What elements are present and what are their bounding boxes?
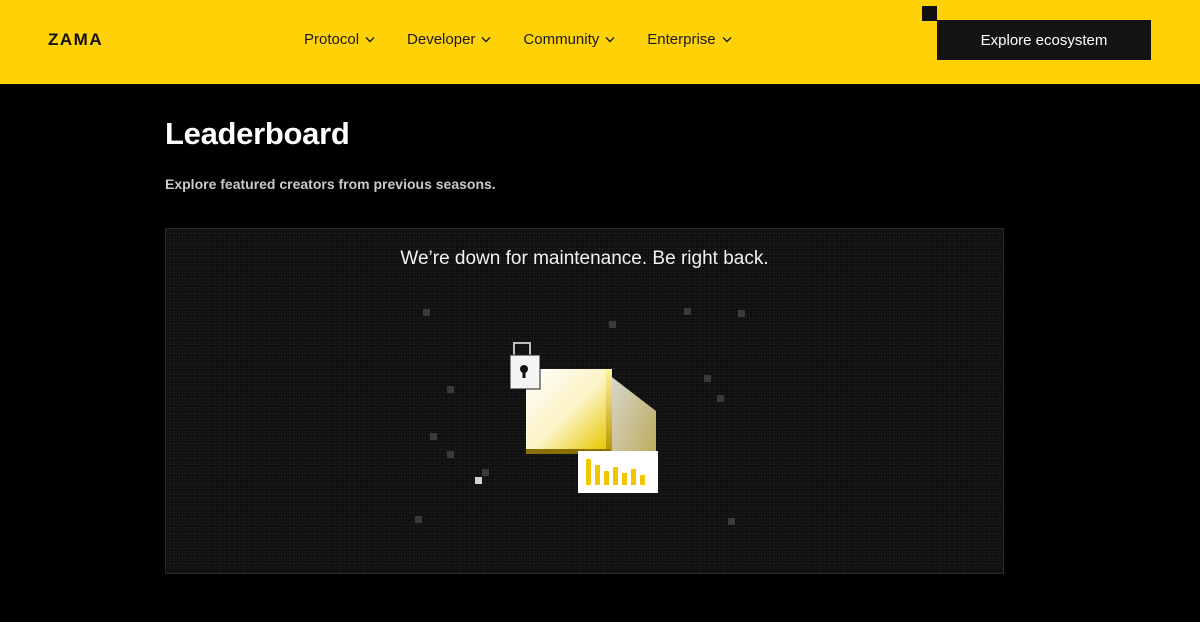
- chevron-down-icon: [365, 37, 375, 43]
- nav-item-enterprise[interactable]: Enterprise: [647, 31, 732, 48]
- explore-ecosystem-button[interactable]: Explore ecosystem: [937, 20, 1151, 60]
- leaderboard-panel: We’re down for maintenance. Be right bac…: [165, 228, 1004, 574]
- bar-chart-icon: [578, 451, 658, 493]
- page-title: Leaderboard: [165, 116, 350, 151]
- nav-item-label: Enterprise: [647, 31, 716, 48]
- page-subtitle: Explore featured creators from previous …: [165, 176, 496, 192]
- decorative-pixel: [684, 308, 691, 315]
- cta-corner-decoration: [922, 6, 937, 21]
- decorative-pixel: [728, 518, 735, 525]
- site-header: ZAMA Protocol Developer Community Enterp…: [0, 0, 1200, 84]
- maintenance-illustration: [509, 342, 658, 493]
- decorative-pixel: [704, 375, 711, 382]
- maintenance-message: We’re down for maintenance. Be right bac…: [400, 248, 769, 269]
- zama-logo[interactable]: ZAMA: [48, 30, 103, 50]
- explore-ecosystem-wrapper: Explore ecosystem: [922, 6, 1152, 62]
- decorative-pixel: [475, 477, 482, 484]
- nav-item-developer[interactable]: Developer: [407, 31, 491, 48]
- main-nav: Protocol Developer Community Enterprise: [304, 31, 764, 48]
- nav-item-label: Developer: [407, 31, 476, 48]
- decorative-pixel: [717, 395, 724, 402]
- decorative-pixel: [609, 321, 616, 328]
- nav-item-protocol[interactable]: Protocol: [304, 31, 375, 48]
- decorative-pixel: [482, 469, 489, 476]
- decorative-pixel: [415, 516, 422, 523]
- padlock-icon: [509, 342, 541, 390]
- decorative-pixel: [447, 386, 454, 393]
- nav-item-label: Community: [523, 31, 600, 48]
- chevron-down-icon: [605, 37, 615, 43]
- decorative-pixel: [423, 309, 430, 316]
- decorative-pixel: [430, 433, 437, 440]
- decorative-pixel: [738, 310, 745, 317]
- decorative-pixel: [447, 451, 454, 458]
- nav-item-community[interactable]: Community: [523, 31, 615, 48]
- chevron-down-icon: [722, 37, 732, 43]
- nav-item-label: Protocol: [304, 31, 360, 48]
- chevron-down-icon: [481, 37, 491, 43]
